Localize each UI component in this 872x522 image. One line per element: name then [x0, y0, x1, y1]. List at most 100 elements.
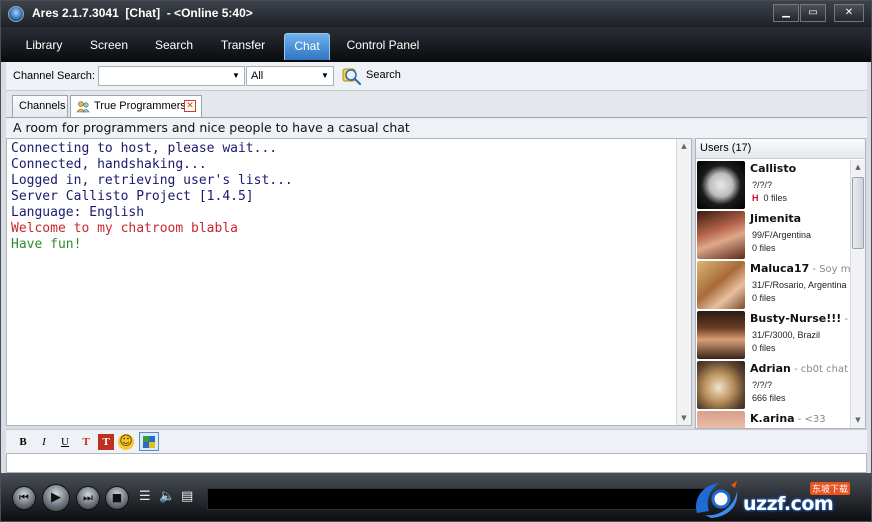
tab-screen[interactable]: Screen	[81, 33, 137, 60]
users-icon	[76, 101, 90, 113]
user-info: 31/F/Rosario, Argentina	[752, 280, 847, 290]
caption-icon[interactable]: ▤	[181, 489, 193, 504]
italic-button[interactable]: I	[36, 434, 52, 450]
chat-message-input[interactable]	[6, 453, 867, 473]
users-header[interactable]: Users (17)	[696, 139, 865, 159]
user-list-scrollbar[interactable]: ▲ ▼	[850, 160, 865, 428]
user-item[interactable]: Callisto ?/?/? H0 files	[696, 160, 850, 210]
format-toolbar: B I U T T ☺	[6, 429, 867, 453]
user-info: 99/F/Argentina	[752, 230, 812, 240]
chevron-down-icon[interactable]: ▼	[231, 67, 241, 85]
user-files: 0 files	[752, 343, 776, 353]
chat-line: Language: English	[11, 205, 145, 220]
user-info: ?/?/?	[752, 180, 773, 190]
next-track-button[interactable]: ⏭	[76, 486, 100, 510]
search-button[interactable]: Search	[342, 66, 408, 86]
tab-search[interactable]: Search	[145, 33, 203, 60]
minimize-button[interactable]: ▁	[773, 4, 799, 22]
volume-icon[interactable]: 🔈	[159, 489, 175, 504]
chat-line: Logged in, retrieving user's list...	[11, 173, 293, 188]
color-picker-button[interactable]	[139, 432, 159, 451]
search-button-label: Search	[366, 69, 401, 81]
user-name: Jimenita	[750, 212, 802, 225]
user-item[interactable]: Maluca17 - Soy mas 31/F/Rosario, Argenti…	[696, 260, 850, 310]
channel-topic: A room for programmers and nice people t…	[6, 117, 867, 138]
user-name: Callisto	[750, 162, 797, 175]
user-avatar	[697, 211, 745, 259]
title-bar: Ares 2.1.7.3041 [Chat] - <Online 5:40> ▁…	[1, 1, 871, 27]
player-display	[207, 488, 707, 510]
uzzf-logo-mark	[695, 481, 738, 518]
tab-transfer[interactable]: Transfer	[211, 33, 275, 60]
user-files: H0 files	[752, 193, 788, 203]
tab-chat[interactable]: Chat	[284, 33, 330, 60]
main-nav: Library Screen Search Transfer Chat Cont…	[1, 27, 871, 62]
ares-logo-icon	[8, 6, 24, 22]
uzzf-brand-text: uzzf.com	[743, 493, 834, 515]
chat-line: Server Callisto Project [1.4.5]	[11, 189, 254, 204]
chat-line: Connecting to host, please wait...	[11, 141, 278, 156]
emoticon-button[interactable]: ☺	[118, 434, 134, 450]
user-name: Maluca17 - Soy mas	[750, 262, 850, 275]
moon-avatar	[697, 161, 745, 209]
channel-search-bar: Channel Search: ▼ All ▼ Search	[6, 62, 867, 91]
user-files: 0 files	[752, 293, 776, 303]
channel-filter-select[interactable]: All ▼	[246, 66, 334, 86]
chat-line: Connected, handshaking...	[11, 157, 207, 172]
window-title: Ares 2.1.7.3041 [Chat] - <Online 5:40>	[32, 6, 253, 20]
chevron-down-icon[interactable]: ▼	[320, 67, 330, 85]
background-color-button[interactable]: T	[98, 434, 114, 450]
user-files: 666 files	[752, 393, 786, 403]
scroll-up-icon[interactable]: ▲	[677, 139, 691, 153]
channel-search-label: Channel Search:	[13, 70, 95, 82]
host-badge: H	[752, 193, 759, 203]
stop-button[interactable]: ■	[105, 486, 129, 510]
scroll-down-icon[interactable]: ▼	[851, 413, 865, 427]
scroll-down-icon[interactable]: ▼	[677, 411, 691, 425]
restore-button[interactable]: ▭	[800, 4, 826, 22]
media-player-bar: ⏮ ▶ ⏭ ■ ☰ 🔈 ▤ uzzf.com 东坡下载	[1, 473, 871, 521]
user-avatar	[697, 411, 745, 428]
channel-search-input[interactable]: ▼	[98, 66, 245, 86]
tab-channels[interactable]: Channels	[12, 95, 68, 117]
user-info: 31/F/3000, Brazil	[752, 330, 821, 340]
user-item[interactable]: Jimenita 99/F/Argentina 0 files	[696, 210, 850, 260]
user-avatar	[697, 261, 745, 309]
tab-control-panel[interactable]: Control Panel	[341, 33, 425, 60]
previous-track-button[interactable]: ⏮	[12, 486, 36, 510]
chat-line: Welcome to my chatroom blabla	[11, 221, 238, 236]
close-tab-icon[interactable]: ✕	[184, 100, 196, 112]
user-item[interactable]: Busty-Nurse!!! - Co 31/F/3000, Brazil 0 …	[696, 310, 850, 360]
user-item[interactable]: Adrian - cb0t chat clie ?/?/? 666 files	[696, 360, 850, 410]
user-name: K.arina - <33	[750, 412, 826, 425]
tab-true-programmers[interactable]: True Programmers ✕	[70, 95, 202, 118]
kitten-avatar	[697, 361, 745, 409]
text-color-button[interactable]: T	[78, 434, 94, 450]
user-item[interactable]: K.arina - <33	[696, 410, 850, 428]
chat-lines: Connecting to host, please wait... Conne…	[11, 141, 671, 253]
scroll-thumb[interactable]	[852, 177, 864, 249]
user-list-panel: Users (17) Callisto ?/?/? H0 files Jimen…	[695, 138, 866, 429]
underline-button[interactable]: U	[57, 434, 73, 450]
palette-icon	[143, 436, 155, 448]
user-name: Busty-Nurse!!! - Co	[750, 312, 850, 325]
play-button[interactable]: ▶	[42, 484, 70, 512]
bold-button[interactable]: B	[15, 434, 31, 450]
chat-scrollbar[interactable]: ▲ ▼	[676, 139, 691, 425]
channel-tabs: Channels True Programmers ✕	[6, 91, 867, 118]
scroll-up-icon[interactable]: ▲	[851, 160, 865, 174]
user-info: ?/?/?	[752, 380, 773, 390]
ares-window: Ares 2.1.7.3041 [Chat] - <Online 5:40> ▁…	[0, 0, 872, 522]
playlist-icon[interactable]: ☰	[139, 489, 151, 504]
uzzf-watermark: uzzf.com 东坡下载	[689, 476, 869, 520]
user-files: 0 files	[752, 243, 776, 253]
search-icon	[342, 68, 362, 86]
uzzf-brand-cn: 东坡下载	[810, 482, 851, 495]
chat-line: Have fun!	[11, 237, 82, 252]
tab-library[interactable]: Library	[15, 33, 73, 60]
user-name: Adrian - cb0t chat clie	[750, 362, 850, 375]
chat-log[interactable]: Connecting to host, please wait... Conne…	[6, 138, 692, 426]
user-avatar	[697, 311, 745, 359]
close-button[interactable]: ✕	[834, 4, 864, 22]
user-list: Callisto ?/?/? H0 files Jimenita 99/F/Ar…	[696, 160, 850, 428]
